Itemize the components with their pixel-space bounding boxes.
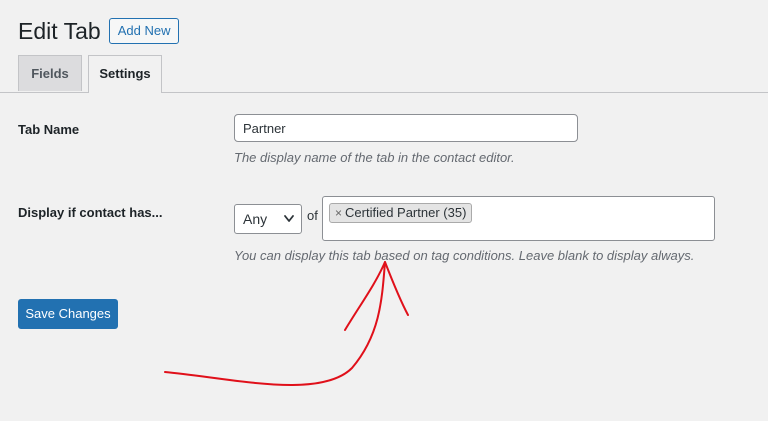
display-condition-description: You can display this tab based on tag co… xyxy=(234,248,695,263)
tab-bar: Fields Settings xyxy=(0,55,768,93)
chevron-down-icon xyxy=(284,215,294,222)
tag-select-field[interactable]: × Certified Partner (35) xyxy=(322,196,715,241)
match-type-value: Any xyxy=(243,211,268,227)
tag-chip-label: Certified Partner (35) xyxy=(345,205,467,220)
page-title: Edit Tab xyxy=(18,18,101,44)
tab-name-input[interactable] xyxy=(234,114,578,142)
edit-tab-page: Edit Tab Add New Fields Settings Tab Nam… xyxy=(0,0,768,421)
tab-settings[interactable]: Settings xyxy=(88,55,162,93)
title-row: Edit Tab Add New xyxy=(18,17,180,45)
add-new-button[interactable]: Add New xyxy=(108,18,180,44)
match-type-select[interactable]: Any xyxy=(234,204,302,234)
save-changes-button[interactable]: Save Changes xyxy=(18,299,118,329)
tab-name-description: The display name of the tab in the conta… xyxy=(234,150,515,165)
tab-name-label: Tab Name xyxy=(18,122,80,137)
tab-fields[interactable]: Fields xyxy=(18,55,82,91)
close-icon[interactable]: × xyxy=(335,204,342,222)
tag-chip: × Certified Partner (35) xyxy=(329,203,473,223)
of-text: of xyxy=(307,208,318,223)
display-condition-label: Display if contact has... xyxy=(18,205,163,220)
